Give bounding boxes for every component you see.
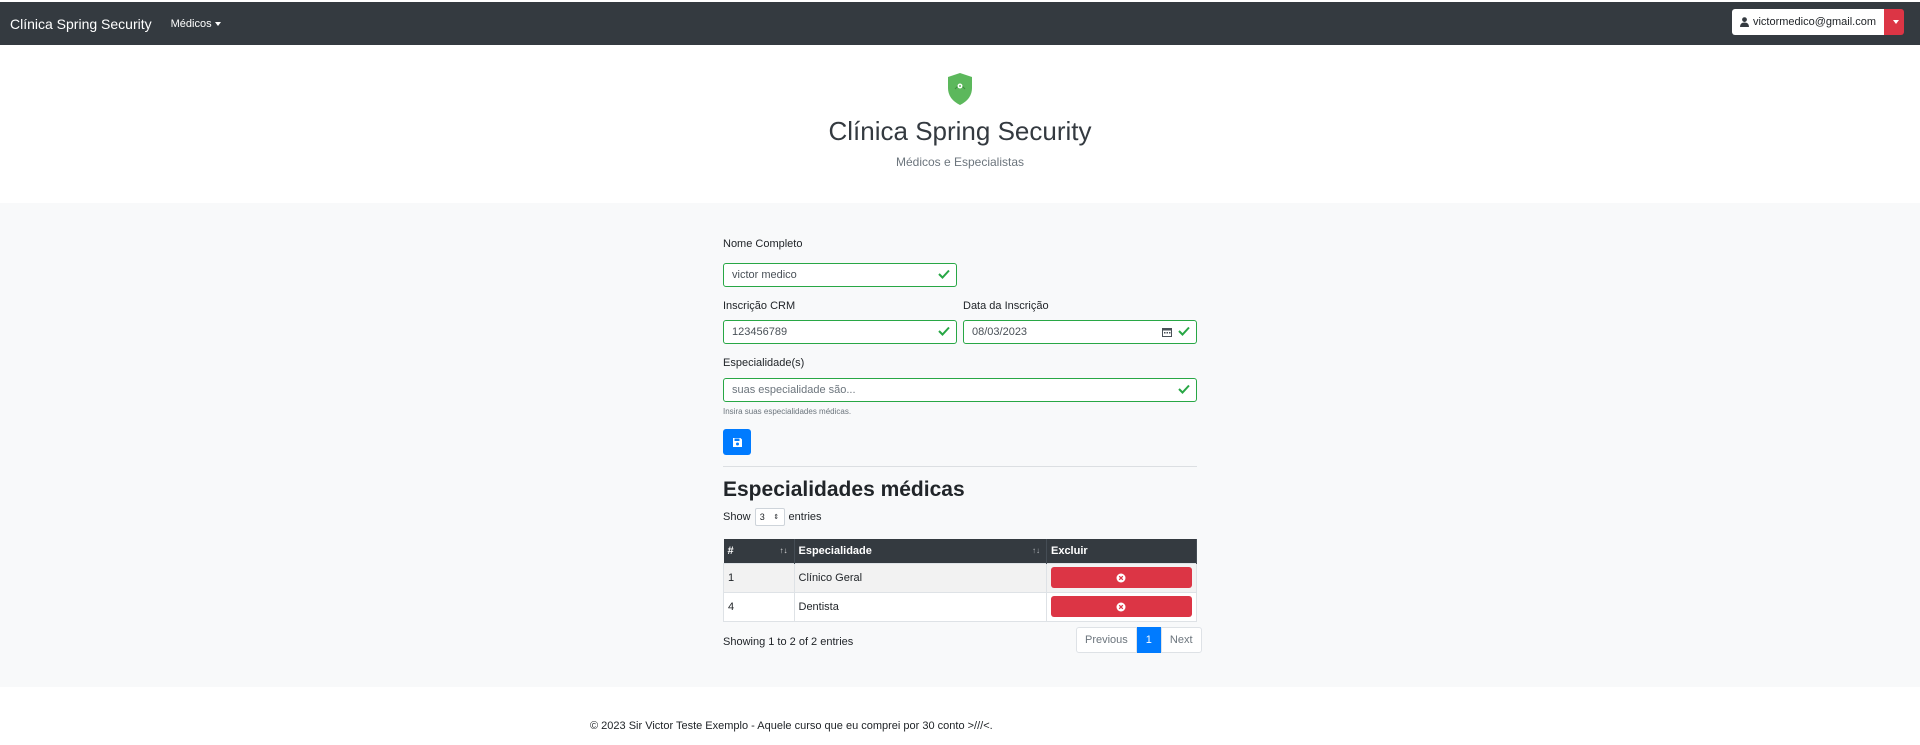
show-entries: Show 3 ⇕ entries bbox=[723, 508, 822, 526]
check-icon bbox=[938, 326, 950, 336]
main-content: Nome Completo victor medico Inscrição CR… bbox=[0, 203, 1920, 687]
crm-label: Inscrição CRM bbox=[723, 300, 796, 312]
data-inscricao-input[interactable]: 08/03/2023 bbox=[963, 320, 1197, 344]
user-email: victormedico@gmail.com bbox=[1752, 16, 1876, 28]
crm-input[interactable]: 123456789 bbox=[723, 320, 957, 344]
especialidade-help: Insira suas especialidades médicas. bbox=[723, 407, 852, 416]
caret-down-icon bbox=[1892, 20, 1899, 24]
check-icon bbox=[938, 269, 950, 279]
select-arrows-icon: ⇕ bbox=[773, 514, 780, 521]
nome-value: victor medico bbox=[732, 269, 797, 281]
user-button[interactable]: victormedico@gmail.com bbox=[1731, 9, 1884, 35]
user-dropdown-toggle[interactable] bbox=[1884, 9, 1904, 35]
cell-especialidade: Dentista bbox=[793, 591, 1047, 622]
sort-asc-icon: ↑↓ bbox=[779, 546, 788, 555]
section-title: Especialidades médicas bbox=[723, 478, 965, 501]
crm-value: 123456789 bbox=[732, 326, 788, 338]
especialidades-table: # ↑↓ Especialidade ↑↓ Excluir 1 Clínico … bbox=[723, 539, 1198, 622]
data-label: Data da Inscrição bbox=[963, 300, 1049, 312]
save-button[interactable] bbox=[723, 429, 751, 455]
column-header-excluir: Excluir bbox=[1046, 539, 1198, 563]
especialidade-label: Especialidade(s) bbox=[723, 357, 805, 369]
table-row: 4 Dentista bbox=[723, 591, 1198, 622]
medicos-menu-label: Médicos bbox=[170, 17, 212, 30]
pagination: Previous 1 Next bbox=[1076, 627, 1202, 653]
entries-select[interactable]: 3 ⇕ bbox=[754, 508, 785, 526]
sort-icon: ↑↓ bbox=[1031, 546, 1040, 555]
page-title: Clínica Spring Security bbox=[828, 116, 1092, 146]
caret-down-icon bbox=[214, 21, 221, 26]
pagination-page-1[interactable]: 1 bbox=[1136, 627, 1161, 653]
user-icon bbox=[1739, 17, 1749, 27]
times-circle-icon bbox=[1116, 573, 1126, 582]
times-circle-icon bbox=[1116, 602, 1126, 611]
cell-excluir bbox=[1045, 591, 1198, 622]
save-icon bbox=[732, 437, 742, 447]
pagination-previous[interactable]: Previous bbox=[1076, 627, 1137, 653]
navbar: Clínica Spring Security Médicos victorme… bbox=[0, 2, 1920, 45]
page-header: Clínica Spring Security Médicos e Especi… bbox=[0, 45, 1920, 203]
nome-label: Nome Completo bbox=[723, 238, 803, 250]
footer-text: © 2023 Sir Victor Teste Exemplo - Aquele… bbox=[590, 720, 993, 732]
pagination-next[interactable]: Next bbox=[1160, 627, 1202, 653]
column-header-id[interactable]: # ↑↓ bbox=[723, 539, 795, 563]
delete-button[interactable] bbox=[1050, 567, 1192, 588]
medicos-menu[interactable]: Médicos bbox=[171, 18, 221, 30]
shield-logo-icon bbox=[948, 73, 972, 105]
calendar-icon[interactable] bbox=[1162, 327, 1172, 337]
entries-label: entries bbox=[788, 511, 822, 523]
especialidade-placeholder: suas especialidade são... bbox=[732, 384, 856, 396]
check-icon bbox=[1178, 384, 1190, 394]
navbar-brand[interactable]: Clínica Spring Security bbox=[10, 16, 152, 32]
column-header-especialidade[interactable]: Especialidade ↑↓ bbox=[794, 539, 1047, 563]
cell-excluir bbox=[1045, 562, 1198, 593]
page-subtitle: Médicos e Especialistas bbox=[895, 155, 1025, 169]
nome-input[interactable]: victor medico bbox=[723, 263, 957, 287]
table-info: Showing 1 to 2 of 2 entries bbox=[723, 636, 854, 648]
cell-id: 1 bbox=[723, 562, 795, 593]
check-icon bbox=[1178, 326, 1190, 336]
especialidade-input[interactable]: suas especialidade são... bbox=[723, 378, 1197, 402]
table-row: 1 Clínico Geral bbox=[723, 562, 1198, 593]
cell-id: 4 bbox=[723, 591, 795, 622]
entries-select-value: 3 bbox=[759, 512, 765, 522]
data-value: 08/03/2023 bbox=[972, 326, 1028, 338]
cell-especialidade: Clínico Geral bbox=[793, 562, 1047, 593]
show-label: Show bbox=[723, 511, 751, 523]
divider bbox=[723, 466, 1197, 467]
delete-button[interactable] bbox=[1050, 596, 1192, 617]
